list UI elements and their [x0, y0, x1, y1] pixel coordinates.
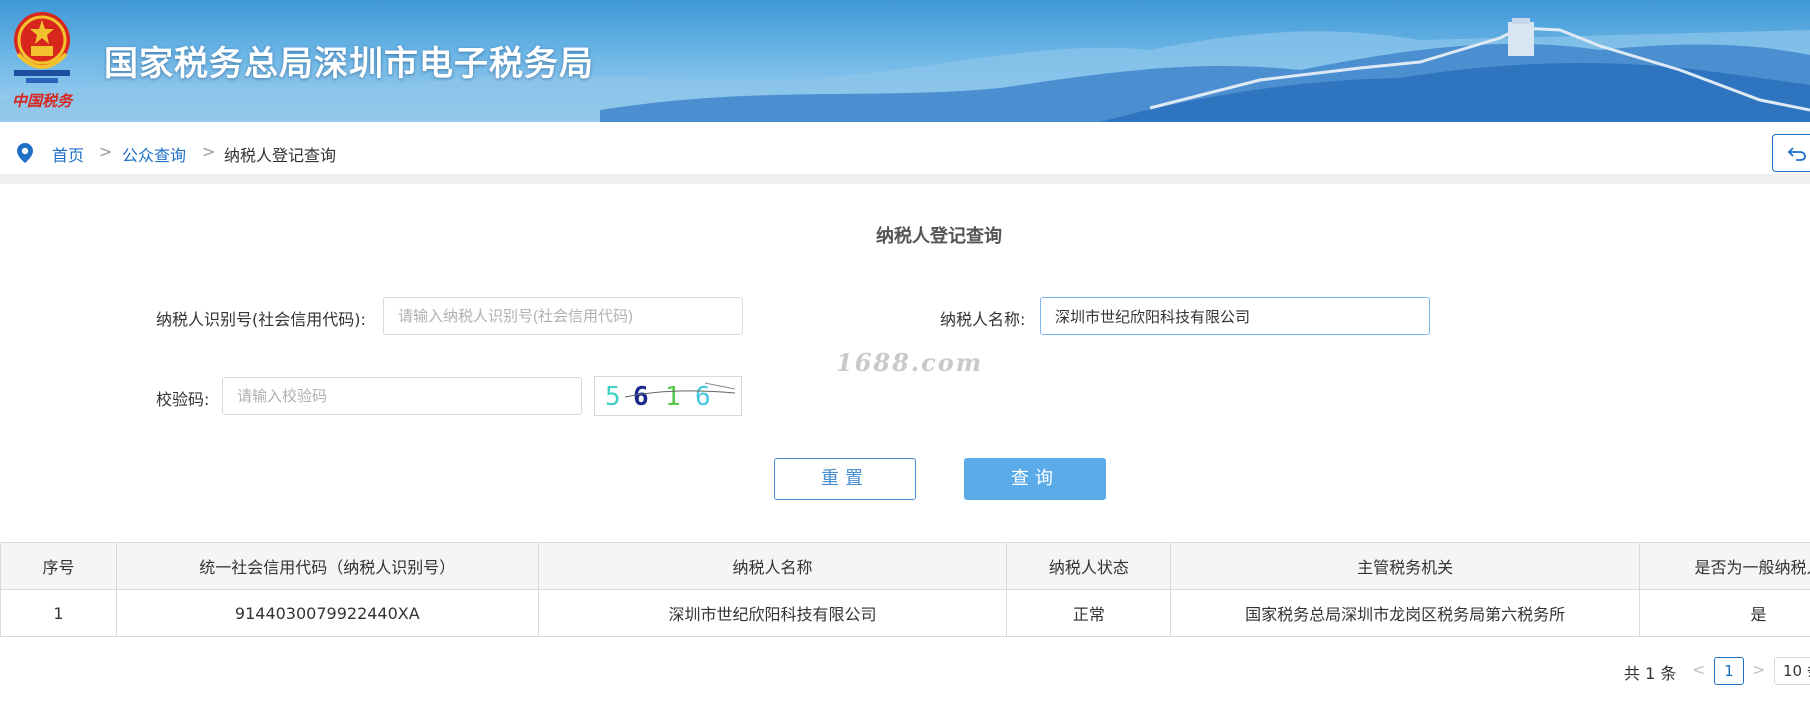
- breadcrumb-current: 纳税人登记查询: [224, 146, 337, 165]
- column-header: 纳税人状态: [1006, 542, 1172, 590]
- taxpayer-name-input[interactable]: [1040, 297, 1430, 335]
- table-cell: 1: [0, 589, 117, 637]
- column-header: 序号: [0, 542, 117, 590]
- table-cell: 9144030079922440XA: [115, 589, 539, 637]
- table-cell: 正常: [1006, 589, 1172, 637]
- breadcrumb-public-query-link[interactable]: 公众查询: [122, 142, 186, 166]
- captcha-label: 校验码:: [156, 390, 210, 409]
- watermark: 1688.com: [836, 348, 984, 377]
- pagination-next-button[interactable]: >: [1752, 660, 1765, 679]
- page-title: 纳税人登记查询: [876, 226, 1002, 247]
- table-header-row: 序号 统一社会信用代码（纳税人识别号） 纳税人名称 纳税人状态 主管税务机关 是…: [0, 542, 1810, 590]
- back-arrow-icon: [1787, 147, 1806, 161]
- query-button[interactable]: 查询: [964, 458, 1106, 500]
- column-header: 主管税务机关: [1170, 542, 1641, 590]
- breadcrumb-home-link[interactable]: 首页: [52, 142, 84, 166]
- table-cell: 深圳市世纪欣阳科技有限公司: [537, 589, 1008, 637]
- captcha-char: 6: [633, 382, 649, 412]
- captcha-image[interactable]: 5 6 1 6: [594, 376, 742, 416]
- captcha-char: 5: [605, 382, 621, 412]
- results-table: 序号 统一社会信用代码（纳税人识别号） 纳税人名称 纳税人状态 主管税务机关 是…: [0, 542, 1810, 637]
- table-cell: 国家税务总局深圳市龙岗区税务局第六税务所: [1170, 589, 1641, 637]
- page-size-select[interactable]: 10 条/页: [1774, 657, 1810, 685]
- taxpayer-id-input[interactable]: [383, 297, 743, 335]
- captcha-char: 6: [695, 382, 711, 412]
- taxpayer-name-label: 纳税人名称:: [940, 310, 1026, 329]
- taxpayer-id-label: 纳税人识别号(社会信用代码):: [156, 310, 366, 329]
- column-header: 纳税人名称: [537, 542, 1008, 590]
- site-title: 国家税务总局深圳市电子税务局: [104, 44, 594, 84]
- column-header: 是否为一般纳税人: [1639, 542, 1810, 590]
- breadcrumb-separator: >: [99, 142, 113, 161]
- captcha-input[interactable]: [222, 377, 582, 415]
- breadcrumb: 首页 > 公众查询 > 纳税人登记查询: [0, 122, 1810, 184]
- pagination-prev-button[interactable]: <: [1692, 660, 1705, 679]
- breadcrumb-separator: >: [202, 142, 216, 161]
- column-header: 统一社会信用代码（纳税人识别号）: [115, 542, 539, 590]
- pagination-total: 共 1 条: [1624, 664, 1677, 683]
- pagination-page-1[interactable]: 1: [1714, 657, 1744, 685]
- header-banner: 中国税务 国家税务总局深圳市电子税务局: [0, 0, 1810, 122]
- back-button[interactable]: [1772, 134, 1810, 172]
- captcha-char: 1: [665, 382, 681, 412]
- captcha-graphic: 5 6 1 6: [605, 382, 736, 412]
- table-row: 1 9144030079922440XA 深圳市世纪欣阳科技有限公司 正常 国家…: [0, 589, 1810, 637]
- reset-button[interactable]: 重置: [774, 458, 916, 500]
- tax-emblem-icon: 中国税务: [12, 12, 74, 110]
- table-cell: 是: [1639, 589, 1810, 637]
- location-pin-icon: [17, 143, 33, 163]
- emblem-caption: 中国税务: [12, 92, 74, 110]
